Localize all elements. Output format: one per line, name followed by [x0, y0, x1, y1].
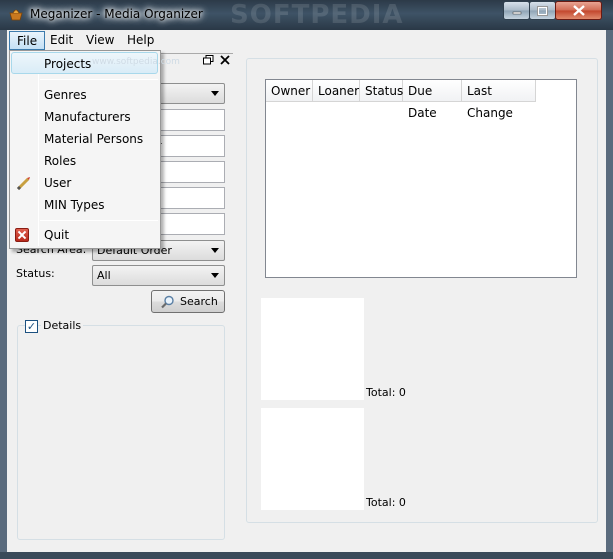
search-icon — [161, 295, 175, 309]
chart-area-top — [261, 298, 364, 400]
maximize-button[interactable] — [529, 1, 556, 20]
app-icon[interactable] — [8, 6, 24, 22]
details-label: Details — [41, 319, 84, 332]
status-value: All — [97, 269, 111, 282]
menu-edit[interactable]: Edit — [43, 31, 80, 50]
float-panel-icon[interactable] — [203, 55, 214, 68]
total-bottom: Total: 0 — [366, 496, 406, 509]
minimize-button[interactable] — [503, 1, 530, 20]
menu-separator — [40, 79, 158, 80]
menu-item-user[interactable]: User — [10, 172, 160, 194]
menu-help[interactable]: Help — [120, 31, 161, 50]
status-combo[interactable]: All — [92, 265, 225, 286]
column-header-loaner[interactable]: Loaner — [313, 80, 360, 102]
window-title: Meganizer - Media Organizer — [30, 7, 203, 21]
menu-separator — [40, 220, 158, 221]
minimize-icon — [512, 11, 521, 14]
menu-file[interactable]: File — [9, 31, 46, 50]
menu-item-manufacturers[interactable]: Manufacturers — [10, 106, 160, 128]
column-header-due-date[interactable]: Due Date — [403, 80, 462, 120]
column-header-owner[interactable]: Owner — [266, 80, 313, 102]
user-icon — [16, 176, 32, 191]
menu-item-min-types[interactable]: MIN Types — [10, 194, 160, 216]
chevron-down-icon — [211, 273, 219, 278]
quit-icon — [15, 228, 29, 242]
menu-item-roles[interactable]: Roles — [10, 150, 160, 172]
window-frame-bottom — [0, 552, 613, 559]
close-icon — [572, 5, 585, 16]
menu-view[interactable]: View — [79, 31, 121, 50]
details-checkbox[interactable]: ✓ — [25, 320, 38, 333]
chevron-down-icon — [211, 91, 219, 96]
menu-item-quit[interactable]: Quit — [10, 224, 160, 246]
maximize-icon — [537, 5, 548, 16]
watermark: SOFTPEDIA — [230, 0, 404, 30]
close-button[interactable] — [555, 1, 602, 20]
url-watermark: www.softpedia.com — [92, 57, 180, 67]
column-header-status[interactable]: Status — [360, 80, 403, 102]
details-group — [17, 325, 225, 540]
status-label: Status: — [16, 267, 55, 280]
menu-item-material-persons[interactable]: Material Persons — [10, 128, 160, 150]
chevron-down-icon — [211, 248, 219, 253]
column-header-last-change[interactable]: Last Change — [462, 80, 536, 120]
total-top: Total: 0 — [366, 386, 406, 399]
menu-item-genres[interactable]: Genres — [10, 84, 160, 106]
close-panel-icon[interactable] — [220, 54, 230, 69]
chart-area-bottom — [261, 408, 364, 510]
